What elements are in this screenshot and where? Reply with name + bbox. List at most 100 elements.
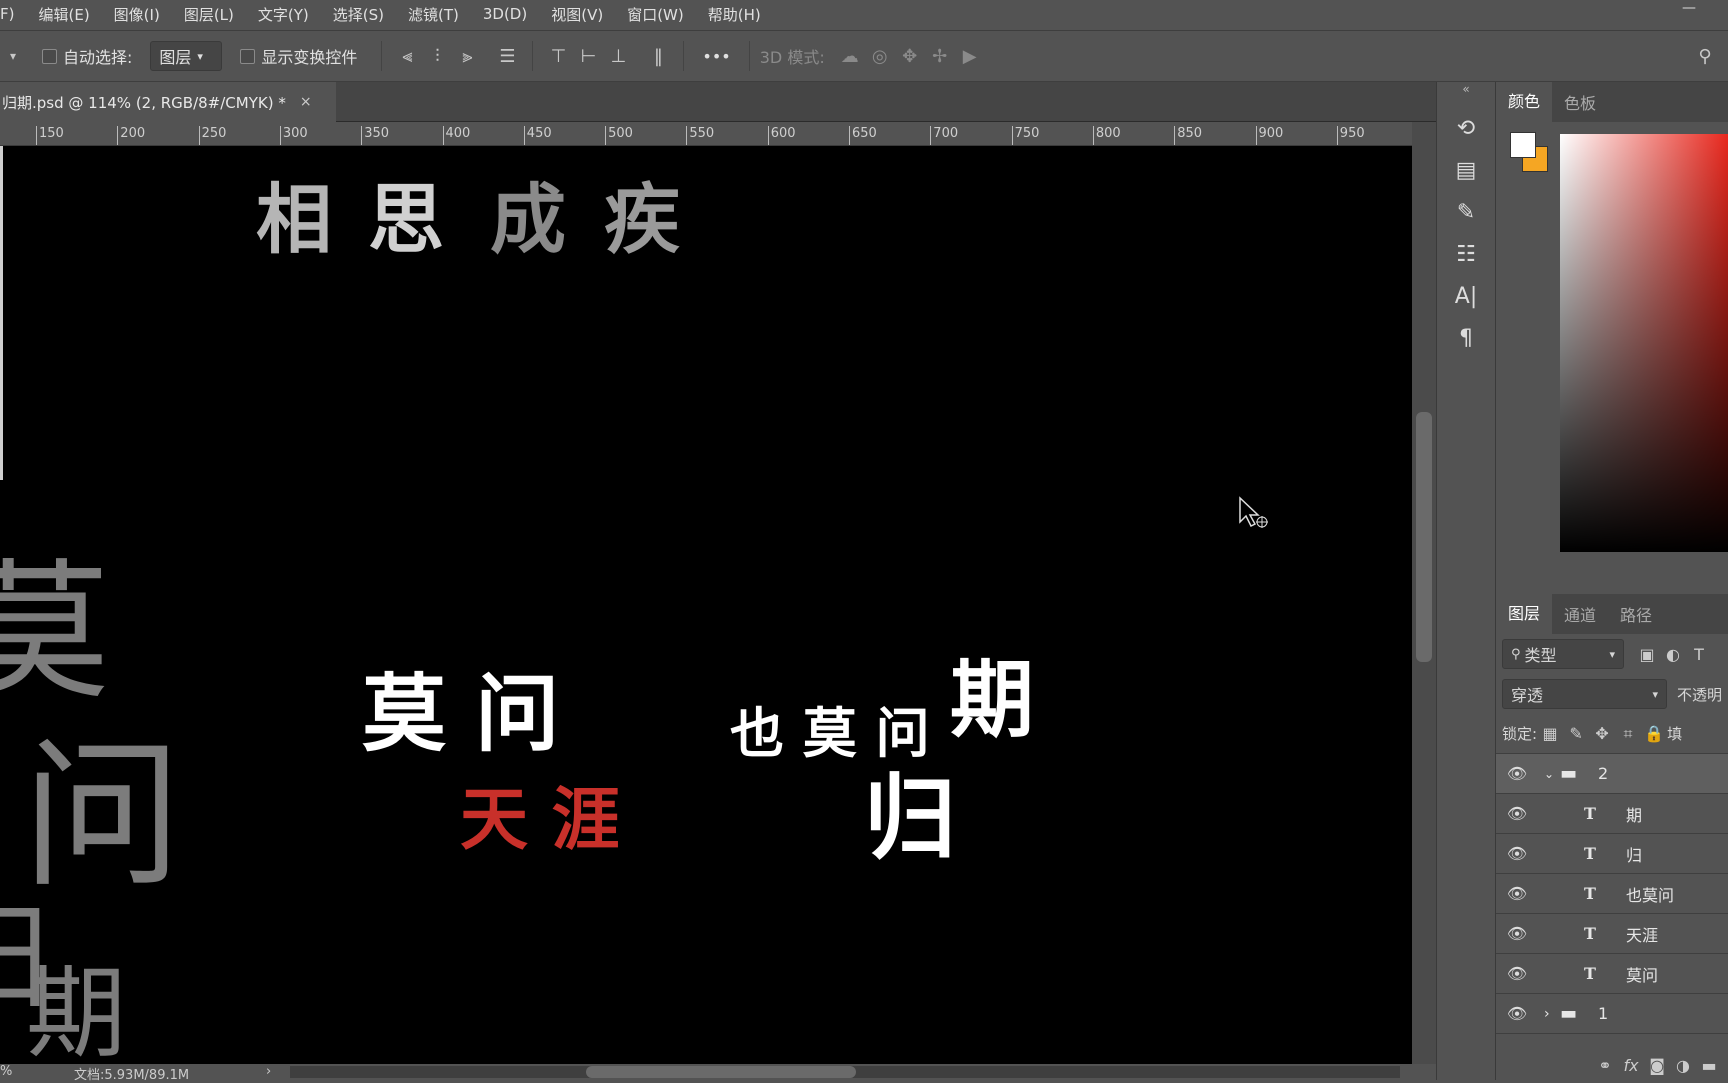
lock-artboard-icon[interactable]: ⌗ <box>1615 724 1641 744</box>
scroll-thumb[interactable] <box>586 1066 856 1078</box>
layer-name: 天涯 <box>1626 925 1659 945</box>
foreground-color-swatch[interactable] <box>1510 132 1536 158</box>
document-canvas[interactable]: 相 思 成 疾 莫 问 天 涯 也 莫 问 期 归 莫 问 归 期 <box>0 146 1412 1064</box>
minimize-icon[interactable]: — <box>1682 0 1696 16</box>
search-icon[interactable]: ⚲ <box>1690 46 1720 67</box>
chevron-down-icon[interactable]: ⌄ <box>1544 767 1554 781</box>
opacity-label: 不透明 <box>1676 685 1722 704</box>
layer-row[interactable]: 👁 ⌄ ▬ 2 <box>1496 754 1728 794</box>
tab-channels[interactable]: 通道 <box>1552 602 1608 626</box>
auto-select-dropdown[interactable]: 图层 ▾ <box>150 41 223 71</box>
menu-image[interactable]: 图像(I) <box>114 4 160 25</box>
eye-icon[interactable]: 👁 <box>1504 764 1530 783</box>
eye-icon[interactable]: 👁 <box>1504 844 1530 863</box>
image-filter-icon[interactable]: ▣ <box>1634 645 1660 664</box>
eye-icon[interactable]: 👁 <box>1504 924 1530 943</box>
layer-row[interactable]: 👁 › ▬ 1 <box>1496 994 1728 1034</box>
align-right-icon[interactable]: ⫸ <box>452 46 482 67</box>
menu-edit[interactable]: 编辑(E) <box>38 4 89 25</box>
orbit-icon[interactable]: ☁ <box>835 46 865 67</box>
ruler-tick: 900 <box>1255 126 1283 145</box>
text-layer-icon: T <box>1584 924 1596 943</box>
align-left-icon[interactable]: ⫷ <box>392 46 422 67</box>
zoom-value[interactable]: % <box>0 1064 12 1079</box>
vertical-scrollbar[interactable] <box>1412 122 1436 1064</box>
type-filter-icon[interactable]: T <box>1686 645 1712 664</box>
scroll-thumb[interactable] <box>1416 412 1432 662</box>
link-icon[interactable]: ⚭ <box>1592 1056 1618 1075</box>
blend-mode-dropdown[interactable]: 穿透 ▾ <box>1502 679 1667 709</box>
show-transform-checkbox[interactable] <box>240 48 256 64</box>
layer-name: 归 <box>1626 845 1643 865</box>
menu-layer[interactable]: 图层(L) <box>184 4 234 25</box>
lock-paint-icon[interactable]: ✎ <box>1563 724 1589 743</box>
eye-icon[interactable]: 👁 <box>1504 884 1530 903</box>
fx-button[interactable]: fx <box>1618 1056 1644 1075</box>
character-icon[interactable]: A| <box>1444 278 1488 314</box>
mask-icon[interactable]: ◙ <box>1644 1056 1670 1075</box>
more-options-button[interactable]: ••• <box>702 47 730 66</box>
align-bottom-icon[interactable]: ⊥ <box>603 46 633 67</box>
chevron-right-icon[interactable]: › <box>1544 1006 1550 1022</box>
align-middle-icon[interactable]: ⊢ <box>573 46 603 67</box>
text-yemowen: 也 莫 问 <box>730 701 930 765</box>
menu-window[interactable]: 窗口(W) <box>627 4 684 25</box>
close-icon[interactable]: × <box>300 94 312 110</box>
lock-position-icon[interactable]: ✥ <box>1589 724 1615 743</box>
layer-row[interactable]: 👁 T 天涯 <box>1496 914 1728 954</box>
chevron-right-icon[interactable]: › <box>266 1064 271 1079</box>
tab-color[interactable]: 颜色 <box>1496 82 1553 122</box>
side-char-wen: 问 <box>22 722 183 909</box>
roll-icon[interactable]: ◎ <box>865 46 895 67</box>
menu-view[interactable]: 视图(V) <box>551 4 603 25</box>
brush-icon[interactable]: ✎ <box>1444 194 1488 230</box>
divider <box>683 41 685 71</box>
menu-3d[interactable]: 3D(D) <box>483 5 527 23</box>
layer-row[interactable]: 👁 T 也莫问 <box>1496 874 1728 914</box>
tab-layers[interactable]: 图层 <box>1496 594 1553 634</box>
layer-row[interactable]: 👁 T 期 <box>1496 794 1728 834</box>
properties-icon[interactable]: ▤ <box>1444 152 1488 188</box>
color-picker-field[interactable] <box>1560 134 1728 552</box>
menu-help[interactable]: 帮助(H) <box>708 4 761 25</box>
history-icon[interactable]: ⟲ <box>1444 110 1488 146</box>
eye-icon[interactable]: 👁 <box>1504 804 1530 823</box>
tab-paths[interactable]: 路径 <box>1608 602 1664 626</box>
chevron-down-icon: ▾ <box>1609 647 1615 661</box>
eye-icon[interactable]: 👁 <box>1504 964 1530 983</box>
menu-select[interactable]: 选择(S) <box>333 4 384 25</box>
ruler-tick: 550 <box>686 126 714 145</box>
collapse-icon[interactable]: « <box>1437 82 1495 104</box>
menu-filter[interactable]: 滤镜(T) <box>408 4 459 25</box>
paragraph-icon[interactable]: ¶ <box>1444 320 1488 356</box>
layer-row[interactable]: 👁 T 归 <box>1496 834 1728 874</box>
menu-type[interactable]: 文字(Y) <box>258 4 309 25</box>
chevron-down-icon: ▾ <box>197 49 203 63</box>
adjustments-icon[interactable]: ☷ <box>1444 236 1488 272</box>
camera-icon[interactable]: ▶ <box>955 46 985 67</box>
new-group-icon[interactable]: ▬ <box>1696 1056 1722 1075</box>
divider <box>748 41 750 71</box>
horizontal-scrollbar[interactable] <box>290 1066 1400 1078</box>
document-tab[interactable]: 归期.psd @ 114% (2, RGB/8#/CMYK) * × <box>0 82 336 122</box>
lock-all-icon[interactable]: 🔒 <box>1641 724 1667 743</box>
lock-transparent-icon[interactable]: ▦ <box>1537 724 1563 743</box>
text-tianya: 天 涯 <box>460 780 620 860</box>
eye-icon[interactable]: 👁 <box>1504 1004 1530 1023</box>
adjustment-layer-icon[interactable]: ◑ <box>1670 1056 1696 1075</box>
layer-filter-dropdown[interactable]: ⚲ 类型 ▾ <box>1502 639 1624 669</box>
auto-select-checkbox[interactable] <box>42 48 57 64</box>
tab-swatches[interactable]: 色板 <box>1552 90 1608 114</box>
slide-icon[interactable]: ✢ <box>925 46 955 67</box>
text-qi: 期 <box>950 650 1035 749</box>
distribute-icon[interactable]: ☰ <box>492 46 522 67</box>
chevron-down-icon[interactable]: ▾ <box>0 49 26 63</box>
layer-row[interactable]: 👁 T 莫问 <box>1496 954 1728 994</box>
align-top-icon[interactable]: ⊤ <box>543 46 573 67</box>
adjustment-filter-icon[interactable]: ◐ <box>1660 645 1686 664</box>
align-center-icon[interactable]: ⫶ <box>422 46 452 67</box>
menu-item[interactable]: F) <box>0 5 14 23</box>
layer-name: 期 <box>1626 805 1643 825</box>
distribute-h-icon[interactable]: ‖ <box>643 46 673 67</box>
pan-icon[interactable]: ✥ <box>895 46 925 67</box>
